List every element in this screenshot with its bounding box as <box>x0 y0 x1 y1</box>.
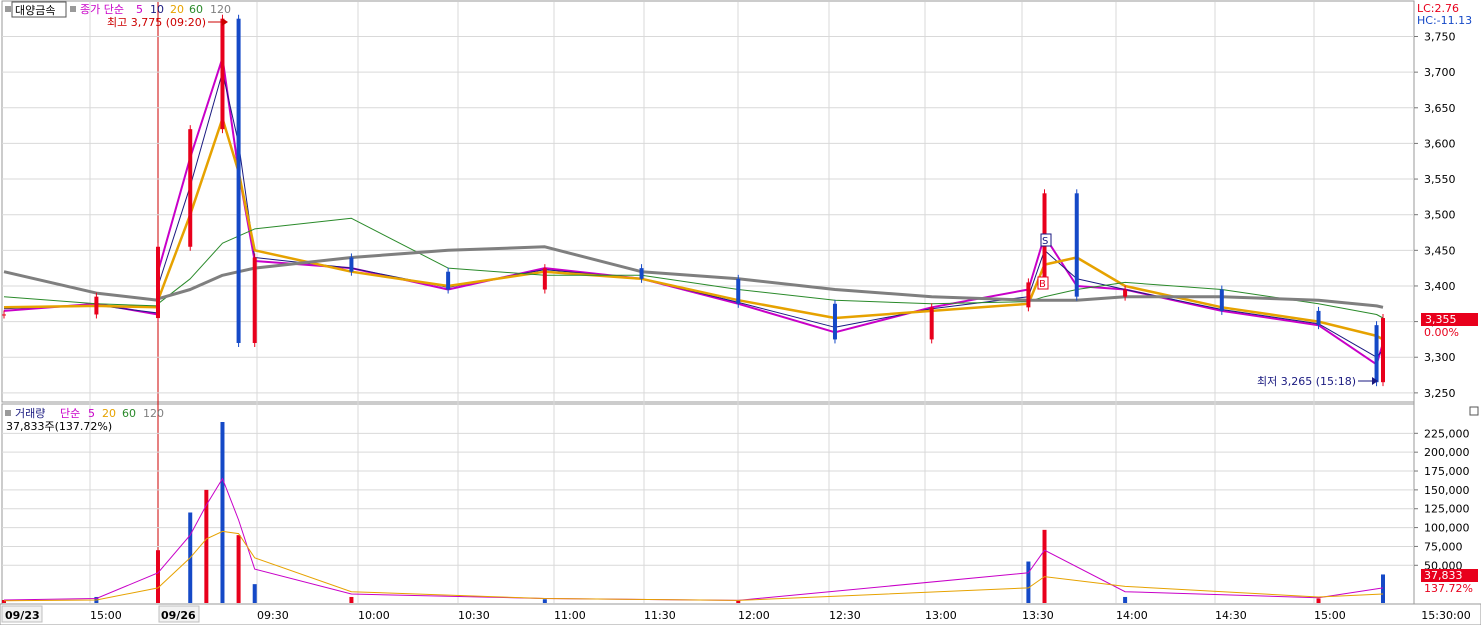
volume-bar <box>736 600 741 603</box>
vol-ma-legend-120: 120 <box>143 407 164 420</box>
candle-body <box>1219 289 1224 311</box>
candle-body <box>1026 282 1031 308</box>
price-tick-label: 3,750 <box>1424 31 1456 44</box>
x-tick-label: 13:00 <box>925 609 957 622</box>
stock-chart[interactable]: 대양금속 종가 단순 5 10 20 60 120 최고 3,775 (09:2… <box>0 0 1481 626</box>
price-panel-frame <box>1 0 1415 403</box>
price-tick-label: 3,250 <box>1424 387 1456 400</box>
x-tick-label: 11:30 <box>644 609 676 622</box>
volume-panel-frame <box>1 403 1415 605</box>
stock-name[interactable]: 대양금속 <box>15 4 55 17</box>
x-tick-label: 15:30:00 <box>1421 609 1470 622</box>
candle-body <box>220 18 225 130</box>
buy-signal-label: B <box>1039 279 1046 290</box>
price-tick-label: 3,500 <box>1424 209 1456 222</box>
candle-body <box>1123 289 1128 297</box>
price-tick-label: 3,700 <box>1424 66 1456 79</box>
candle-body <box>2 314 6 316</box>
price-tick-label: 3,650 <box>1424 102 1456 115</box>
volume-tick-label: 175,000 <box>1424 465 1470 478</box>
x-tick-label: 10:30 <box>458 609 490 622</box>
volume-bar <box>1042 529 1047 603</box>
candle-body <box>832 303 837 340</box>
price-y-axis: 3,750 3,700 3,650 3,600 3,550 3,500 3,450 3,400… <box>1414 31 1456 400</box>
vol-ma-legend-20: 20 <box>102 407 116 420</box>
volume-bar <box>1026 561 1031 603</box>
volume-tick-label: 100,000 <box>1424 522 1470 535</box>
price-tick-label: 3,550 <box>1424 173 1456 186</box>
candle-body <box>446 271 451 290</box>
volume-tick-label: 200,000 <box>1424 446 1470 459</box>
price-tick-label: 3,600 <box>1424 137 1456 150</box>
volume-bar <box>1381 574 1385 603</box>
candle-body <box>542 268 547 290</box>
candle-body <box>929 307 934 340</box>
ma-legend-5: 5 <box>136 3 143 16</box>
candle-body <box>1374 325 1379 383</box>
price-legend-prefix: 종가 단순 <box>80 3 124 16</box>
date-next: 09/26 <box>161 609 196 622</box>
volume-bar <box>252 584 257 603</box>
volume-current-label: 37,833주(137.72%) <box>6 420 112 433</box>
hc-label: HC:-11.13 <box>1417 14 1472 27</box>
x-tick-label: 14:00 <box>1116 609 1148 622</box>
vol-ma-legend-60: 60 <box>122 407 136 420</box>
volume-legend-prefix: 단순 <box>60 407 80 420</box>
candle-body <box>639 268 644 279</box>
x-tick-label: 11:00 <box>554 609 586 622</box>
candle-body <box>188 129 193 247</box>
candle-body <box>349 257 354 272</box>
candle-body <box>736 278 741 304</box>
volume-bar <box>220 422 225 603</box>
date-start: 09/23 <box>5 609 40 622</box>
candle-body <box>1316 310 1321 326</box>
x-tick-label: 14:30 <box>1215 609 1247 622</box>
sell-signal-label: S <box>1042 236 1048 247</box>
volume-bar <box>1123 596 1128 603</box>
volume-y-axis: 225,000 200,000 175,000 150,000 125,000 100,0… <box>1414 427 1470 572</box>
x-tick-label: 15:00 <box>1314 609 1346 622</box>
volume-tick-label: 150,000 <box>1424 484 1470 497</box>
low-price-annotation: 최저 3,265 (15:18) <box>1257 375 1356 388</box>
last-volume: 37,833 <box>1424 569 1463 582</box>
x-tick-label: 09:30 <box>257 609 289 622</box>
candle-body <box>252 257 257 343</box>
volume-bar <box>349 596 354 603</box>
ma-legend-20: 20 <box>170 3 184 16</box>
candle-body <box>1381 318 1385 383</box>
volume-tick-label: 75,000 <box>1424 540 1463 553</box>
ma-legend-60: 60 <box>189 3 203 16</box>
volume-legend-label: 거래량 <box>15 407 45 420</box>
x-tick-label: 12:00 <box>738 609 770 622</box>
high-price-annotation: 최고 3,775 (09:20) <box>107 16 206 29</box>
price-tick-label: 3,300 <box>1424 351 1456 364</box>
last-change: 0.00% <box>1424 326 1459 339</box>
candle-body <box>156 246 160 319</box>
volume-bar <box>542 599 547 603</box>
x-tick-label: 13:30 <box>1022 609 1054 622</box>
x-tick-label: 10:00 <box>358 609 390 622</box>
legend-square-icon <box>5 410 11 416</box>
candle-body <box>236 18 241 343</box>
ma-legend-120: 120 <box>210 3 231 16</box>
volume-bar <box>156 550 160 603</box>
x-tick-label: 12:30 <box>829 609 861 622</box>
volume-tick-label: 225,000 <box>1424 427 1470 440</box>
chart-canvas[interactable]: 대양금속 종가 단순 5 10 20 60 120 최고 3,775 (09:2… <box>0 0 1481 626</box>
volume-bar <box>236 535 241 603</box>
price-tick-label: 3,400 <box>1424 280 1456 293</box>
price-tick-label: 3,450 <box>1424 244 1456 257</box>
panel-close-icon[interactable] <box>1469 406 1479 416</box>
candle-body <box>94 296 99 315</box>
candle-body <box>1074 193 1079 297</box>
last-volume-ratio: 137.72% <box>1424 582 1473 595</box>
legend-square-icon <box>5 6 11 12</box>
volume-tick-label: 125,000 <box>1424 503 1470 516</box>
volume-bar <box>1316 598 1321 603</box>
ma-legend-10: 10 <box>150 3 164 16</box>
vol-ma-legend-5: 5 <box>88 407 95 420</box>
last-price: 3,355 <box>1425 313 1457 326</box>
legend-square-icon <box>70 6 76 12</box>
x-tick-label: 15:00 <box>90 609 122 622</box>
